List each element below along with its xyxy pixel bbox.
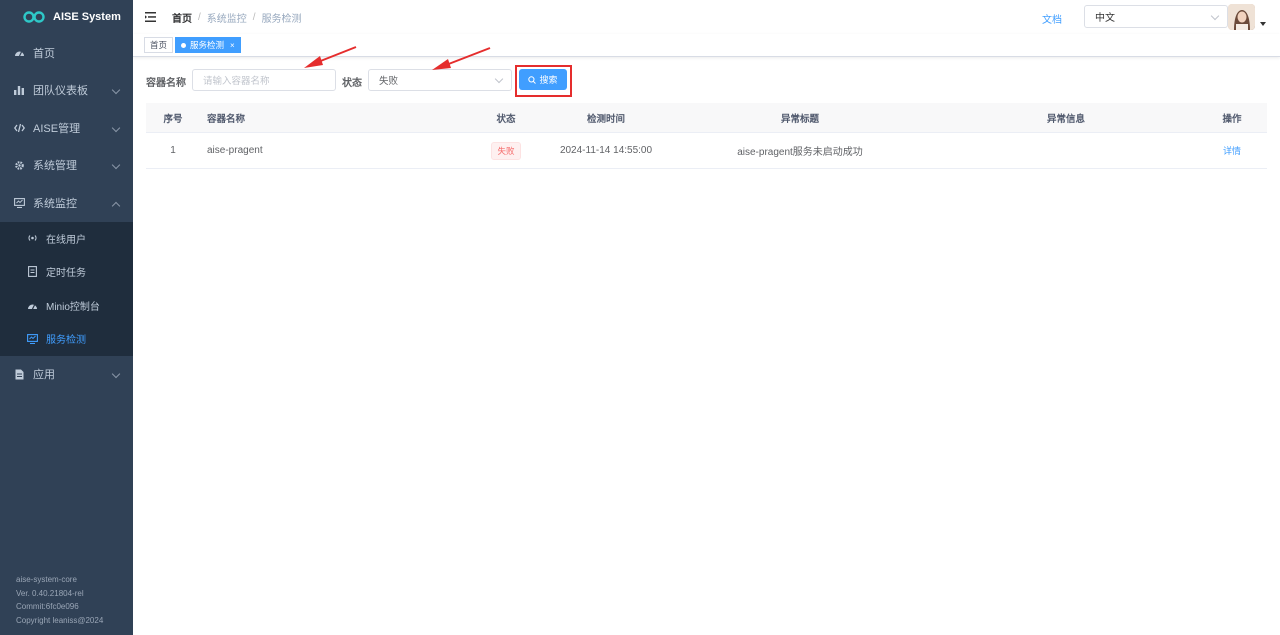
search-icon — [528, 75, 537, 84]
sidebar-item-label: 团队仪表板 — [33, 85, 88, 98]
sidebar-item-label: 定时任务 — [46, 268, 86, 280]
monitor-icon — [13, 197, 25, 209]
sidebar-item-label: Minio控制台 — [46, 301, 100, 313]
sidebar-item-service-check[interactable]: 服务检测 — [0, 322, 133, 356]
tag-home[interactable]: 首页 — [144, 37, 174, 53]
cell-action: 详情 — [1202, 133, 1262, 168]
navbar: 首页 / 系统监控 / 服务检测 文档 中文 — [133, 0, 1280, 34]
job-icon — [27, 266, 38, 278]
sidebar-item-aise-management[interactable]: AISE管理 — [0, 109, 133, 147]
chevron-down-icon — [494, 74, 504, 84]
status-label: 状态 — [342, 78, 362, 89]
cell-index: 1 — [170, 145, 176, 156]
chevron-down-icon — [111, 86, 121, 95]
footer-line: Commit:6fc0e096 — [16, 602, 79, 611]
dashboard-icon — [27, 300, 38, 311]
avatar[interactable] — [1228, 4, 1255, 30]
breadcrumb-item-home[interactable]: 首页 — [172, 10, 192, 25]
sidebar-item-online-users[interactable]: 在线用户 — [0, 222, 133, 256]
chevron-up-icon — [111, 201, 121, 210]
document-icon — [13, 368, 25, 380]
sidebar-item-home[interactable]: 首页 — [0, 34, 133, 72]
sidebar-item-label: 系统监控 — [33, 197, 77, 210]
table-header: 序号 容器名称 状态 检测时间 异常标题 异常信息 操作 — [146, 103, 1267, 133]
monitor-icon — [27, 333, 38, 344]
tag-label: 服务检测 — [190, 40, 225, 50]
sidebar-item-system-monitor[interactable]: 系统监控 — [0, 184, 133, 222]
version-info: aise-system-core Ver. 0.40.21804-rel Com… — [16, 573, 103, 627]
cell-container: aise-pragent — [207, 145, 263, 156]
status-badge: 失败 — [491, 141, 521, 160]
tags-view: 首页 服务检测 × — [133, 34, 1280, 57]
table-row: 1 aise-pragent 失败 2024-11-14 14:55:00 ai… — [146, 133, 1267, 169]
sidebar-item-scheduled-jobs[interactable]: 定时任务 — [0, 255, 133, 289]
sidebar-item-label: 系统管理 — [33, 160, 77, 173]
service-check-table: 序号 容器名称 状态 检测时间 异常标题 异常信息 操作 1 aise-prag… — [146, 103, 1267, 169]
sidebar-item-label: 应用 — [33, 369, 55, 381]
avatar-image — [1228, 4, 1255, 30]
sidebar-item-label: 服务检测 — [46, 335, 86, 347]
language-select[interactable]: 中文 — [1084, 5, 1228, 28]
online-icon — [27, 233, 38, 244]
breadcrumb-item-monitor: 系统监控 — [206, 13, 247, 25]
app-title: AISE System — [53, 11, 121, 23]
sidebar-item-apps[interactable]: 应用 — [0, 356, 133, 393]
sidebar-item-minio-console[interactable]: Minio控制台 — [0, 289, 133, 323]
breadcrumb-separator: / — [198, 11, 201, 23]
cell-message — [966, 133, 1166, 168]
container-name-input[interactable]: 请输入容器名称 — [192, 69, 336, 91]
container-name-placeholder: 请输入容器名称 — [203, 76, 270, 87]
tag-service-check[interactable]: 服务检测 × — [175, 37, 241, 53]
column-header-message: 异常信息 — [1046, 113, 1085, 125]
cell-time: 2024-11-14 14:55:00 — [559, 145, 653, 156]
cell-title: aise-pragent服务未启动成功 — [737, 147, 863, 158]
chevron-down-icon — [1210, 11, 1220, 21]
column-header-index: 序号 — [163, 113, 183, 125]
search-button[interactable]: 搜索 — [519, 69, 567, 90]
breadcrumb-item-current: 服务检测 — [261, 13, 302, 25]
sidebar-item-label: 首页 — [33, 47, 55, 60]
footer-line: aise-system-core — [16, 575, 77, 584]
language-value: 中文 — [1095, 13, 1115, 24]
sidebar-item-label: 在线用户 — [46, 234, 86, 246]
breadcrumb-separator: / — [252, 11, 256, 23]
column-header-status: 状态 — [496, 113, 516, 125]
sidebar-item-label: AISE管理 — [33, 122, 81, 135]
column-header-title: 异常标题 — [780, 113, 819, 125]
footer-line: Ver. 0.40.21804-rel — [16, 588, 84, 598]
sidebar-item-team-dashboard[interactable]: 团队仪表板 — [0, 72, 133, 110]
dashboard-icon — [13, 47, 25, 59]
status-select-value: 失败 — [379, 76, 399, 87]
breadcrumb: 首页 / 系统监控 / 服务检测 — [172, 10, 302, 25]
active-dot-icon — [181, 42, 186, 48]
chevron-down-icon — [111, 161, 121, 170]
tag-label: 首页 — [150, 40, 168, 50]
chevron-down-icon — [111, 123, 121, 132]
caret-down-icon[interactable] — [1260, 22, 1266, 26]
column-header-time: 检测时间 — [586, 113, 625, 125]
sidebar: AISE System 首页 团队仪表板 AISE管理 系统管理 系统监控 在线… — [0, 0, 133, 635]
logo[interactable]: AISE System — [0, 0, 133, 34]
docs-link[interactable]: 文档 — [1042, 11, 1062, 26]
code-icon — [13, 122, 25, 134]
bar-chart-icon — [13, 84, 25, 96]
column-header-action: 操作 — [1222, 113, 1242, 125]
close-icon[interactable]: × — [230, 41, 235, 50]
annotation-arrows — [304, 46, 491, 70]
status-select[interactable]: 失败 — [368, 69, 512, 91]
submenu-system-monitor: 在线用户 定时任务 Minio控制台 服务检测 — [0, 221, 133, 356]
footer-line: Copyright leaniss@2024 — [16, 615, 104, 625]
column-header-container: 容器名称 — [207, 113, 246, 125]
hamburger-icon[interactable] — [145, 12, 156, 22]
sidebar-item-system-management[interactable]: 系统管理 — [0, 147, 133, 185]
cell-status: 失败 — [476, 133, 536, 168]
container-name-label: 容器名称 — [146, 78, 186, 89]
detail-link[interactable]: 详情 — [1223, 144, 1241, 157]
search-button-label: 搜索 — [539, 75, 558, 85]
logo-icon — [23, 11, 45, 23]
chevron-down-icon — [111, 369, 121, 379]
gear-icon — [13, 159, 25, 171]
